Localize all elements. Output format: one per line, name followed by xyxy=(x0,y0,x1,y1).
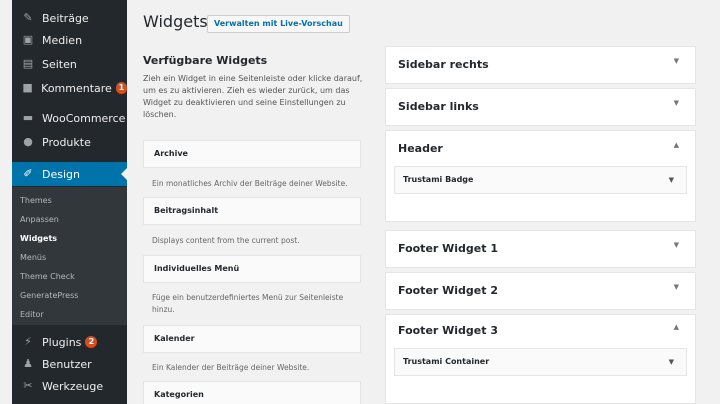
submenu-item-menues[interactable]: Menüs xyxy=(20,253,46,262)
submenu-item-anpassen[interactable]: Anpassen xyxy=(20,215,59,224)
submenu-item-generatepress[interactable]: GeneratePress xyxy=(20,291,78,300)
sidebar-item-label: Produkte xyxy=(42,135,91,149)
sidebar-item-seiten[interactable]: ▤ Seiten xyxy=(12,52,127,76)
area-sidebar-rechts[interactable]: Sidebar rechts ▼ xyxy=(385,46,696,84)
area-footer-widget-2[interactable]: Footer Widget 2 ▼ xyxy=(385,272,696,310)
widget-individuelles-menue[interactable]: Individuelles Menü xyxy=(143,255,361,283)
chevron-up-icon[interactable]: ▲ xyxy=(674,323,679,331)
widget-trustami-badge[interactable]: Trustami Badge ▼ xyxy=(394,166,687,194)
widget-trustami-container[interactable]: Trustami Container ▼ xyxy=(394,348,687,376)
available-widgets-description: Zieh ein Widget in eine Seitenleiste ode… xyxy=(143,74,363,119)
submenu-item-themes[interactable]: Themes xyxy=(20,196,52,205)
chevron-down-icon[interactable]: ▼ xyxy=(669,167,674,193)
sidebar-item-benutzer[interactable]: ♟ Benutzer xyxy=(12,352,127,376)
widget-description: Füge ein benutzerdefiniertes Menü zur Se… xyxy=(152,293,344,314)
sidebar-item-medien[interactable]: ▣ Medien xyxy=(12,28,127,52)
sidebar-item-label: Seiten xyxy=(42,57,77,71)
design-submenu: Themes Anpassen Widgets Menüs Theme Chec… xyxy=(12,187,127,325)
woocommerce-icon: ▬ xyxy=(22,111,34,124)
live-preview-button[interactable]: Verwalten mit Live-Vorschau xyxy=(207,15,350,33)
users-icon: ♟ xyxy=(23,357,33,370)
chevron-down-icon[interactable]: ▼ xyxy=(674,241,679,249)
sidebar-item-beitraege[interactable]: ✎ Beiträge xyxy=(12,6,127,30)
area-title: Sidebar links xyxy=(398,100,479,113)
area-title: Footer Widget 2 xyxy=(398,284,499,297)
sidebar-item-label: Kommentare xyxy=(41,81,112,95)
sidebar-item-produkte[interactable]: ● Produkte xyxy=(12,130,127,154)
plugins-count-badge: 2 xyxy=(85,336,98,348)
sidebar-item-label: Werkzeuge xyxy=(42,379,104,393)
right-border xyxy=(708,0,720,404)
widget-kalender[interactable]: Kalender xyxy=(143,325,361,353)
sidebar-item-label: Benutzer xyxy=(42,357,92,371)
comments-icon: ■ xyxy=(22,81,33,94)
sidebar-item-label: Design xyxy=(42,167,80,181)
widget-archive[interactable]: Archive xyxy=(143,140,361,168)
area-footer-widget-1[interactable]: Footer Widget 1 ▼ xyxy=(385,230,696,268)
area-sidebar-links[interactable]: Sidebar links ▼ xyxy=(385,88,696,126)
area-title: Header xyxy=(398,142,443,155)
sidebar-item-label: Medien xyxy=(42,33,83,47)
left-border xyxy=(0,0,12,404)
chevron-down-icon[interactable]: ▼ xyxy=(674,57,679,65)
products-icon: ● xyxy=(23,135,33,148)
sidebar-item-design[interactable]: ✐ Design xyxy=(12,162,127,186)
area-footer-widget-3[interactable]: Footer Widget 3 ▲ Trustami Container ▼ xyxy=(385,314,696,404)
pin-icon: ✎ xyxy=(23,11,33,24)
chevron-down-icon[interactable]: ▼ xyxy=(669,349,674,375)
sidebar-item-label: Beiträge xyxy=(42,11,89,25)
plugins-icon: ⚡ xyxy=(24,335,32,348)
chevron-up-icon[interactable]: ▲ xyxy=(674,141,679,149)
widget-description: Ein Kalender der Beiträge deiner Website… xyxy=(152,363,310,372)
sidebar-item-woocommerce[interactable]: ▬ WooCommerce xyxy=(12,106,127,130)
chevron-down-icon[interactable]: ▼ xyxy=(674,283,679,291)
pages-icon: ▤ xyxy=(22,57,34,70)
admin-sidebar: ✎ Beiträge ▣ Medien ▤ Seiten ■ Kommentar… xyxy=(12,0,127,404)
brush-icon: ✐ xyxy=(23,167,33,180)
sidebar-item-label: Plugins xyxy=(42,335,82,349)
chevron-down-icon[interactable]: ▼ xyxy=(674,99,679,107)
page-title: Widgets xyxy=(143,12,208,31)
active-menu-arrow xyxy=(121,168,127,180)
wp-admin-screen: ✎ Beiträge ▣ Medien ▤ Seiten ■ Kommentar… xyxy=(0,0,720,404)
submenu-item-theme-check[interactable]: Theme Check xyxy=(20,272,75,281)
sidebar-item-kommentare[interactable]: ■ Kommentare 1 xyxy=(12,76,127,100)
area-title: Footer Widget 3 xyxy=(398,324,499,337)
area-header[interactable]: Header ▲ Trustami Badge ▼ xyxy=(385,130,696,222)
available-widgets-title: Verfügbare Widgets xyxy=(143,54,268,67)
sidebar-item-plugins[interactable]: ⚡ Plugins 2 xyxy=(12,330,127,354)
submenu-item-widgets[interactable]: Widgets xyxy=(20,234,57,243)
sidebar-item-label: WooCommerce xyxy=(42,111,126,125)
widget-kategorien[interactable]: Kategorien xyxy=(143,381,361,404)
widget-name: Trustami Badge xyxy=(403,175,474,184)
widget-description: Displays content from the current post. xyxy=(152,236,300,245)
widget-beitragsinhalt[interactable]: Beitragsinhalt xyxy=(143,197,361,225)
comments-count-badge: 1 xyxy=(115,82,127,94)
widget-description: Ein monatliches Archiv der Beiträge dein… xyxy=(152,179,348,188)
media-icon: ▣ xyxy=(22,33,34,46)
sidebar-item-werkzeuge[interactable]: ✂ Werkzeuge xyxy=(12,374,127,398)
widget-name: Trustami Container xyxy=(403,357,490,366)
tools-icon: ✂ xyxy=(23,379,33,392)
area-title: Footer Widget 1 xyxy=(398,242,499,255)
submenu-item-editor[interactable]: Editor xyxy=(20,310,44,319)
area-title: Sidebar rechts xyxy=(398,58,489,71)
